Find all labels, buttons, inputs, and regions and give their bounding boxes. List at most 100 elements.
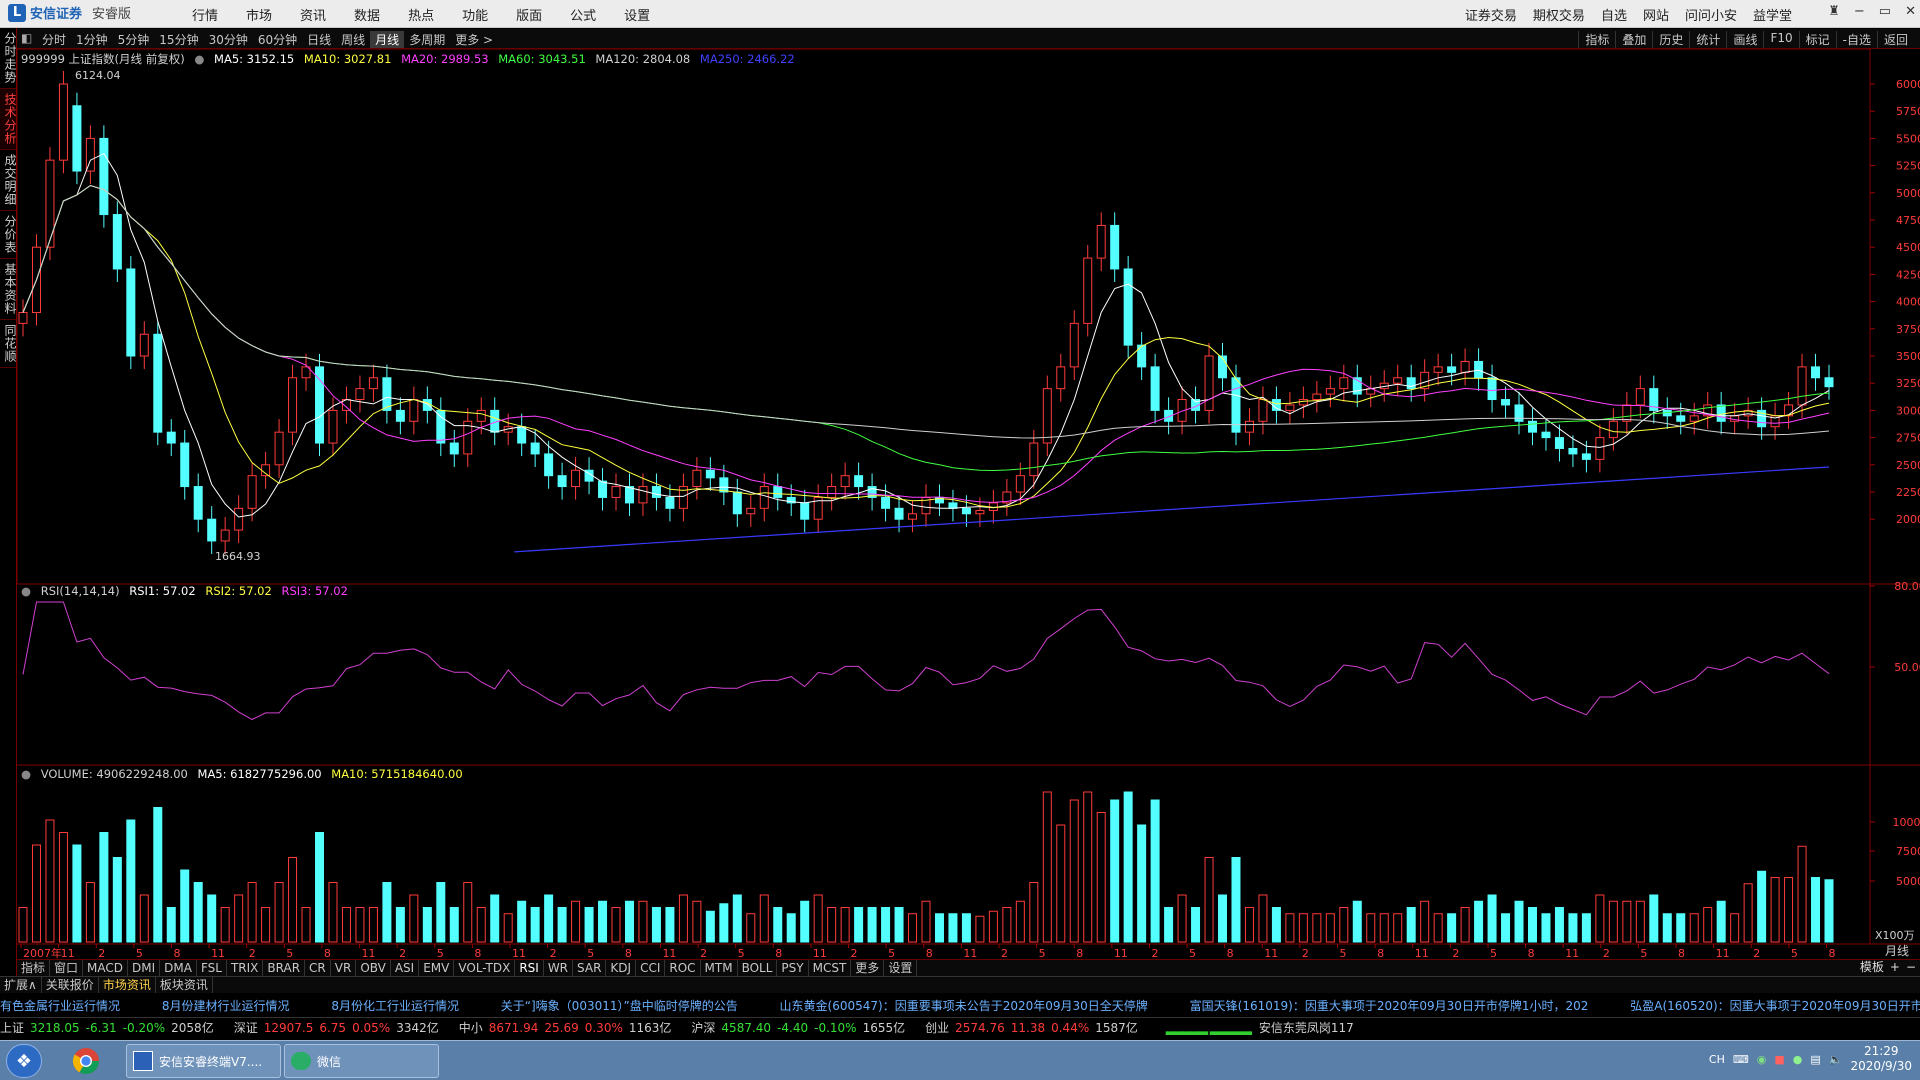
- close-icon[interactable]: ✕: [1905, 4, 1916, 19]
- menu-item[interactable]: 资讯: [286, 5, 340, 24]
- tool-button[interactable]: 叠加: [1615, 31, 1652, 48]
- tool-button[interactable]: 返回: [1876, 31, 1914, 48]
- period-item-active[interactable]: 月线: [370, 31, 405, 48]
- menu-item[interactable]: 公式: [556, 5, 610, 24]
- tool-button[interactable]: 指标: [1578, 31, 1615, 48]
- news-item[interactable]: 8月份化工行业运行情况: [331, 995, 459, 1017]
- news-item[interactable]: 有色金属行业运行情况: [0, 995, 120, 1017]
- indicator-tab[interactable]: VOL-TDX: [454, 960, 516, 976]
- tab-price-table[interactable]: 分价表: [0, 211, 17, 259]
- menu-item[interactable]: 问问小安: [1677, 5, 1745, 24]
- wechat-tray-icon[interactable]: ●: [1793, 1053, 1803, 1066]
- add-window-button[interactable]: +: [1890, 959, 1900, 975]
- indicator-tab[interactable]: ASI: [391, 960, 420, 976]
- index-quote[interactable]: 上证 3218.05 -6.31 -0.20% 2058亿: [0, 1019, 220, 1036]
- tool-button[interactable]: 历史: [1652, 31, 1689, 48]
- menu-item[interactable]: 网站: [1635, 5, 1677, 24]
- tab-trades[interactable]: 成交明细: [0, 150, 17, 211]
- indicator-tab[interactable]: BOLL: [738, 960, 778, 976]
- indicator-tab[interactable]: SAR: [573, 960, 607, 976]
- tab-fundamentals[interactable]: 基本资料: [0, 259, 17, 320]
- keyboard-icon[interactable]: ⌨: [1733, 1053, 1749, 1066]
- index-quote[interactable]: 创业 2574.76 11.38 0.44% 1587亿: [925, 1019, 1144, 1036]
- menu-item[interactable]: 设置: [610, 5, 664, 24]
- news-item[interactable]: 弘盈A(160520)：因重大事项于2020年09月30日开市停牌1小时，20: [1630, 995, 1920, 1017]
- maximize-icon[interactable]: ▭: [1879, 4, 1891, 19]
- news-item[interactable]: 富国天锋(161019)：因重大事项于2020年09月30日开市停牌1小时，20…: [1190, 995, 1589, 1017]
- indicator-tab[interactable]: ROC: [665, 960, 701, 976]
- period-item[interactable]: 周线: [336, 31, 370, 48]
- indicator-tab[interactable]: FSL: [197, 960, 227, 976]
- indicator-tab[interactable]: MACD: [83, 960, 129, 976]
- antivirus-icon[interactable]: ■: [1774, 1053, 1784, 1066]
- indicator-tab[interactable]: 设置: [884, 960, 918, 976]
- kline-chart[interactable]: 6000 5750 5500 5250 5000 4750 4500 4250 4000 3750…: [17, 49, 1920, 959]
- tool-button[interactable]: F10: [1763, 31, 1798, 48]
- indicator-tab[interactable]: 更多: [851, 960, 885, 976]
- news-item[interactable]: 8月份建材行业运行情况: [162, 995, 290, 1017]
- tool-button[interactable]: -自选: [1835, 31, 1877, 48]
- tab-market-news[interactable]: 市场资讯: [99, 977, 156, 993]
- menu-item[interactable]: 证券交易: [1457, 5, 1525, 24]
- indicator-tab[interactable]: KDJ: [606, 960, 637, 976]
- panel-toggle-icon[interactable]: ◧: [21, 31, 32, 45]
- tab-intraday[interactable]: 分时走势: [0, 28, 17, 89]
- menu-item[interactable]: 热点: [394, 5, 448, 24]
- period-item[interactable]: 5分钟: [113, 31, 155, 48]
- indicator-tab[interactable]: CCI: [636, 960, 666, 976]
- index-quote[interactable]: 中小 8671.94 25.69 0.30% 1163亿: [459, 1019, 678, 1036]
- security-icon[interactable]: ◉: [1757, 1053, 1767, 1066]
- indicator-tab[interactable]: RSI: [515, 960, 544, 976]
- tab-related-quotes[interactable]: 关联报价: [42, 977, 99, 993]
- indicator-tab[interactable]: OBV: [356, 960, 391, 976]
- menu-item[interactable]: 版面: [502, 5, 556, 24]
- menu-item[interactable]: 功能: [448, 5, 502, 24]
- indicator-tab[interactable]: 指标: [17, 960, 51, 976]
- ime-indicator[interactable]: CH: [1709, 1053, 1725, 1066]
- indicator-tab[interactable]: MTM: [701, 960, 738, 976]
- menu-item[interactable]: 益学堂: [1745, 5, 1800, 24]
- indicator-tab[interactable]: VR: [331, 960, 357, 976]
- minimize-icon[interactable]: −: [1854, 4, 1865, 19]
- tab-expand[interactable]: 扩展∧: [0, 977, 42, 993]
- tab-technical[interactable]: 技术分析: [0, 89, 17, 150]
- tool-button[interactable]: 统计: [1689, 31, 1726, 48]
- period-item[interactable]: 更多 >: [450, 31, 498, 48]
- period-item[interactable]: 1分钟: [71, 31, 113, 48]
- tab-10jqka[interactable]: 同花顺: [0, 320, 17, 368]
- indicator-tab[interactable]: MCST: [809, 960, 852, 976]
- tool-button[interactable]: 画线: [1726, 31, 1763, 48]
- indicator-tab[interactable]: TRIX: [227, 960, 264, 976]
- volume-icon[interactable]: 🔈: [1829, 1053, 1843, 1066]
- index-quote[interactable]: 沪深 4587.40 -4.40 -0.10% 1655亿: [691, 1019, 911, 1036]
- network-icon[interactable]: ▤: [1810, 1053, 1820, 1066]
- taskbar-app-anxin[interactable]: 安信安睿终端V7....: [126, 1044, 281, 1078]
- menu-item[interactable]: 自选: [1593, 5, 1635, 24]
- indicator-tab[interactable]: DMA: [160, 960, 197, 976]
- period-item[interactable]: 15分钟: [154, 31, 203, 48]
- indicator-tab[interactable]: 窗口: [50, 960, 84, 976]
- menu-item[interactable]: 数据: [340, 5, 394, 24]
- period-item[interactable]: 60分钟: [253, 31, 302, 48]
- period-item[interactable]: 多周期: [404, 31, 450, 48]
- shirt-icon[interactable]: ♜: [1828, 4, 1840, 19]
- indicator-tab[interactable]: CR: [305, 960, 331, 976]
- tab-sector-news[interactable]: 板块资讯: [156, 977, 213, 993]
- menu-item[interactable]: 期权交易: [1525, 5, 1593, 24]
- period-item[interactable]: 日线: [302, 31, 336, 48]
- template-button[interactable]: 模板: [1860, 959, 1884, 975]
- indicator-tab[interactable]: DMI: [128, 960, 161, 976]
- remove-window-button[interactable]: −: [1906, 959, 1916, 975]
- indicator-tab[interactable]: PSY: [777, 960, 809, 976]
- indicator-tab[interactable]: EMV: [419, 960, 455, 976]
- start-button[interactable]: ❖: [6, 1044, 42, 1078]
- news-item[interactable]: 关于“]嗨象（003011）”盘中临时停牌的公告: [501, 995, 738, 1017]
- chrome-icon[interactable]: [64, 1045, 108, 1077]
- period-item[interactable]: 分时: [37, 31, 71, 48]
- clock[interactable]: 21:29 2020/9/30: [1850, 1044, 1912, 1074]
- index-quote[interactable]: 深证 12907.5 6.75 0.05% 3342亿: [234, 1019, 445, 1036]
- indicator-tab[interactable]: WR: [544, 960, 574, 976]
- menu-item[interactable]: 行情: [178, 5, 232, 24]
- indicator-tab[interactable]: BRAR: [263, 960, 306, 976]
- menu-item[interactable]: 市场: [232, 5, 286, 24]
